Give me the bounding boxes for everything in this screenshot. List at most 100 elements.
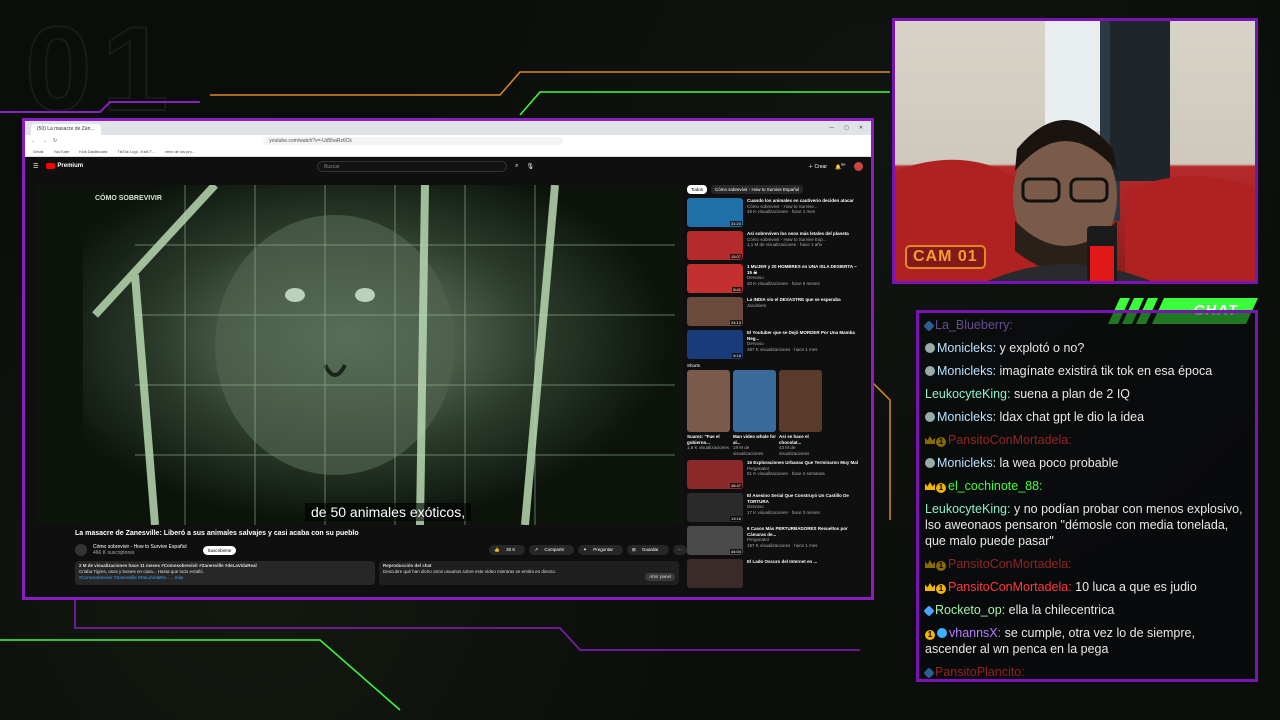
reload-icon[interactable]: ↻ xyxy=(53,138,57,144)
bookmark-item[interactable]: YouTube xyxy=(53,149,69,154)
crown-icon xyxy=(925,583,935,591)
maximize-icon[interactable]: ▢ xyxy=(844,125,849,131)
short-thumbnail[interactable] xyxy=(779,370,822,432)
search-input[interactable]: Buscar xyxy=(317,160,508,172)
bookmark-item[interactable]: retro de los pro... xyxy=(165,149,195,154)
video-duration: 48:47 xyxy=(729,483,742,488)
sword-icon xyxy=(923,667,935,679)
video-meta: 15 Exploraciones Urbanas Que Terminaron … xyxy=(747,460,858,491)
share-button[interactable]: ↗ Compartir xyxy=(529,545,575,555)
video-thumbnail[interactable]: 48:47 xyxy=(687,460,743,489)
video-title[interactable]: La INDIA vio el DESASTRE que se esperaba xyxy=(747,297,841,303)
search-icon[interactable]: ⌕ xyxy=(515,163,518,170)
recommendation-list: 48:47 15 Exploraciones Urbanas Que Termin… xyxy=(687,460,863,590)
recommended-video[interactable]: 8:41 1 MUJER y 20 HOMBRES en UNA ISLA DES… xyxy=(687,264,863,295)
subscribe-button[interactable]: Suscribirme xyxy=(202,545,237,555)
back-icon[interactable]: ← xyxy=(31,138,36,144)
recommended-video[interactable]: 15:07 Así sobreviven los osos más letales… xyxy=(687,231,863,262)
video-title[interactable]: 6 Casos Más PERTURBADORES Resueltos por … xyxy=(747,526,863,537)
chat-username[interactable]: Monicleks: xyxy=(937,410,996,424)
browser-tab[interactable]: (50) La masacre de Zan... xyxy=(31,124,101,135)
chat-username[interactable]: vhannsX: xyxy=(949,626,1001,640)
chat-text: suena a plan de 2 IQ xyxy=(1013,387,1131,401)
short-views: 1,6 K visualizaciones xyxy=(687,445,730,450)
channel-row: Cómo sobrevivir - How to Survive Español… xyxy=(75,542,687,558)
short-views: 43 M de visualizaciones xyxy=(779,445,810,456)
avatar-badge-icon xyxy=(925,412,935,422)
chip-channel[interactable]: Cómo sobrevivir - How to Survive Español xyxy=(711,185,804,194)
video-player[interactable]: CÓMO SOBREVIVIR de 50 animales exóticos, xyxy=(35,185,683,525)
video-thumbnail[interactable]: 15:07 xyxy=(687,231,743,260)
chat-username[interactable]: PansitoPlancito: xyxy=(935,665,1025,679)
tab-bar: (50) La masacre de Zan... — ▢ ✕ xyxy=(25,121,871,135)
video-thumbnail[interactable]: 44:04 xyxy=(687,526,743,555)
sword-icon xyxy=(923,605,935,617)
chat-username[interactable]: Monicleks: xyxy=(937,456,996,470)
more-icon[interactable]: ⋯ xyxy=(672,545,687,555)
recommended-video[interactable]: El Lado Oscuro del Internet en ... xyxy=(687,559,863,590)
chat-username[interactable]: LeukocyteKing: xyxy=(925,387,1010,401)
recommended-video[interactable]: 48:47 15 Exploraciones Urbanas Que Termin… xyxy=(687,460,863,491)
stream-overlay: 01 (50) La masacre de Zan... — ▢ ✕ ← → ↻… xyxy=(0,0,1280,720)
chat-message: Monicleks: y explotó o no? xyxy=(925,340,1249,356)
chat-text: imagínate existirá tik tok en esa época xyxy=(999,364,1213,378)
short-item[interactable]: Suarez: "Fue el gobierno... 1,6 K visuali… xyxy=(687,370,730,460)
recommended-video[interactable]: 31:24 Cuando los animales en cautiverio d… xyxy=(687,198,863,229)
recommended-video[interactable]: 13:16 El Asesino Serial Que Construyó Un … xyxy=(687,493,863,524)
chat-username[interactable]: PansitoConMortadela: xyxy=(948,433,1072,447)
short-item[interactable]: Así se hace el chocolat... 43 M de visual… xyxy=(779,370,822,460)
chat-username[interactable]: LeukocyteKing: xyxy=(925,502,1010,516)
video-title[interactable]: 15 Exploraciones Urbanas Que Terminaron … xyxy=(747,460,858,466)
recommended-video[interactable]: 8:18 El Youtuber que se Dejó MORDER Por U… xyxy=(687,330,863,361)
video-thumbnail[interactable]: 24:13 xyxy=(687,297,743,326)
minimize-icon[interactable]: — xyxy=(829,125,834,131)
video-duration: 31:24 xyxy=(729,221,742,226)
notifications-icon[interactable]: 🔔9+ xyxy=(835,162,846,171)
bookmark-item[interactable]: TikTok Logi - Kick T... xyxy=(117,149,155,154)
channel-avatar[interactable] xyxy=(75,544,87,556)
chat-username[interactable]: el_cochinote_88: xyxy=(948,479,1043,493)
chat-username[interactable]: Monicleks: xyxy=(937,364,996,378)
recommendations-sidebar: Todos Cómo sobrevivir - How to Survive E… xyxy=(687,185,863,595)
video-title[interactable]: El Youtuber que se Dejó MORDER Por Una M… xyxy=(747,330,863,341)
video-thumbnail[interactable]: 13:16 xyxy=(687,493,743,522)
bookmark-item[interactable]: Kick Dashboard xyxy=(79,149,107,154)
like-button[interactable]: 👍 30 K xyxy=(489,545,526,555)
youtube-page: ☰ Premium Buscar ⌕ 🎙 ＋ Crear 🔔9+ CÓMO SO… xyxy=(25,157,871,597)
video-thumbnail[interactable] xyxy=(687,559,743,588)
bookmark-item[interactable]: Gmail xyxy=(33,149,43,154)
video-thumbnail[interactable]: 8:41 xyxy=(687,264,743,293)
video-title[interactable]: Cuando los animales en cautiverio decide… xyxy=(747,198,854,204)
mic-icon[interactable]: 🎙 xyxy=(526,163,534,170)
video-thumbnail[interactable]: 31:24 xyxy=(687,198,743,227)
save-button[interactable]: ⊞ Guardar xyxy=(626,545,669,555)
url-field[interactable]: youtube.com/watch?v=-Ud5haRz6Ck xyxy=(263,137,564,145)
chat-username[interactable]: PansitoConMortadela: xyxy=(948,580,1072,594)
short-thumbnail[interactable] xyxy=(687,370,730,432)
recommended-video[interactable]: 24:13 La INDIA vio el DESASTRE que se esp… xyxy=(687,297,863,328)
chip-all[interactable]: Todos xyxy=(687,185,708,194)
video-title[interactable]: El Lado Oscuro del Internet en ... xyxy=(747,559,817,565)
short-thumbnail[interactable] xyxy=(733,370,776,432)
video-title[interactable]: El Asesino Serial Que Construyó Un Casti… xyxy=(747,493,863,504)
menu-icon[interactable]: ☰ xyxy=(33,163,38,170)
video-title[interactable]: 1 MUJER y 20 HOMBRES en UNA ISLA DESIERT… xyxy=(747,264,863,275)
short-item[interactable]: Man video whale for al... 19 M de visuali… xyxy=(733,370,776,460)
short-title: Man video whale for al... xyxy=(733,434,777,445)
chat-username[interactable]: PansitoConMortadela: xyxy=(948,557,1072,571)
ask-button[interactable]: ✦ Preguntar xyxy=(578,545,623,555)
shorts-heading: Shorts xyxy=(687,363,701,368)
video-description[interactable]: 2 M de visualizaciones hace 11 meses #Co… xyxy=(75,561,375,585)
forward-icon[interactable]: → xyxy=(42,138,47,144)
chat-username[interactable]: Rocketo_op: xyxy=(935,603,1005,617)
avatar[interactable] xyxy=(854,161,863,171)
youtube-logo[interactable]: Premium xyxy=(46,163,83,169)
video-thumbnail[interactable]: 8:18 xyxy=(687,330,743,359)
video-title[interactable]: Así sobreviven los osos más letales del … xyxy=(747,231,849,237)
chat-username[interactable]: Monicleks: xyxy=(937,341,996,355)
recommended-video[interactable]: 44:04 6 Casos Más PERTURBADORES Resueltos… xyxy=(687,526,863,557)
close-icon[interactable]: ✕ xyxy=(859,125,863,131)
open-panel-button[interactable]: Abrir panel xyxy=(645,573,675,581)
create-button[interactable]: ＋ Crear xyxy=(808,163,827,170)
chat-username[interactable]: La_Blueberry: xyxy=(935,318,1013,332)
